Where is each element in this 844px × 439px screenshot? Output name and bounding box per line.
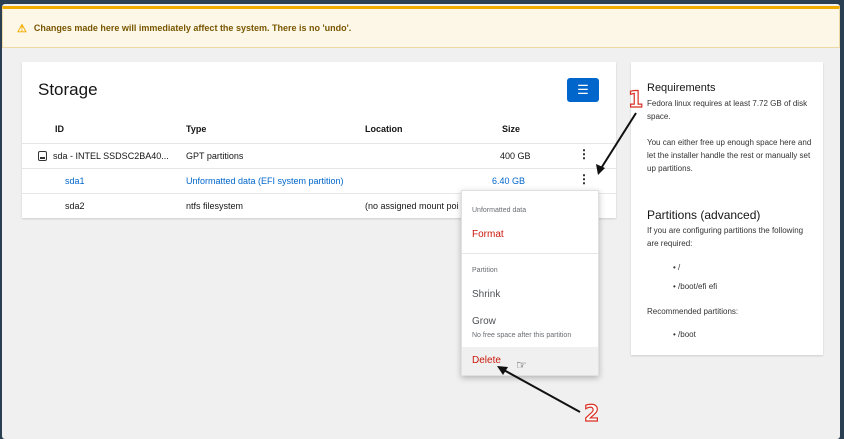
warning-triangle-icon: ⚠ [17, 22, 27, 35]
column-header-id: ID [55, 124, 64, 134]
row-id: sda2 [65, 201, 85, 211]
recommended-partition-item: • /boot [673, 330, 696, 339]
format-menu-item[interactable]: Format [472, 229, 504, 240]
partitions-text: If you are configuring partitions the fo… [647, 226, 804, 248]
requirements-title: Requirements [647, 82, 716, 94]
table-row-sda1[interactable]: sda1 Unformatted data (EFI system partit… [22, 168, 616, 192]
menu-group-partition: Partition [472, 267, 498, 274]
row-type: ntfs filesystem [186, 201, 244, 211]
table-row-sda[interactable]: sda - INTEL SSDSC2BA40... GPT partitions… [22, 143, 616, 167]
column-header-type: Type [186, 124, 207, 134]
column-header-location: Location [365, 124, 403, 134]
annotation-number-1: 1 [627, 87, 644, 113]
requirements-card: Requirements Fedora linux requires at le… [631, 62, 823, 355]
warning-banner: ⚠ Changes made here will immediately aff… [2, 6, 840, 48]
menu-group-unformatted: Unformatted data [472, 207, 527, 214]
row-size: 6.40 GB [492, 176, 526, 186]
warning-text: Changes made here will immediately affec… [33, 23, 352, 33]
requirements-help-text: You can either free up enough space here… [647, 138, 812, 173]
annotation-number-2: 2 [583, 401, 600, 427]
delete-menu-item[interactable]: Delete [472, 355, 501, 366]
row-kebab-icon[interactable]: ⋮ [578, 173, 590, 185]
required-partition-item: • /boot/efi efi [673, 282, 718, 291]
column-header-size: Size [502, 124, 521, 134]
row-size: 400 GB [500, 151, 531, 161]
grow-description: No free space after this partition [472, 332, 572, 339]
partitions-title: Partitions (advanced) [647, 208, 761, 222]
storage-menu-button[interactable]: ☰ [567, 78, 599, 102]
requirements-text: Fedora linux requires at least 7.72 GB o… [647, 99, 808, 121]
recommended-label: Recommended partitions: [647, 307, 739, 316]
hand-cursor-icon: ☞ [516, 358, 527, 372]
menu-divider [462, 253, 598, 254]
required-partition-item: • / [673, 263, 681, 272]
grow-menu-item[interactable]: Grow [472, 316, 496, 327]
shrink-menu-item[interactable]: Shrink [472, 289, 500, 300]
row-location: (no assigned mount poi [365, 201, 459, 211]
storage-title: Storage [38, 80, 98, 99]
row-kebab-icon[interactable]: ⋮ [578, 148, 590, 160]
installer-frame: ⚠ Changes made here will immediately aff… [2, 4, 840, 439]
row-id: sda - INTEL SSDSC2BA40... [53, 151, 169, 161]
row-type: GPT partitions [186, 151, 244, 161]
disk-icon [38, 151, 47, 161]
row-id[interactable]: sda1 [65, 176, 85, 186]
hamburger-icon: ☰ [577, 82, 589, 97]
row-type: Unformatted data (EFI system partition) [186, 176, 344, 186]
partition-actions-menu: Unformatted data Format Partition Shrink… [461, 190, 599, 376]
